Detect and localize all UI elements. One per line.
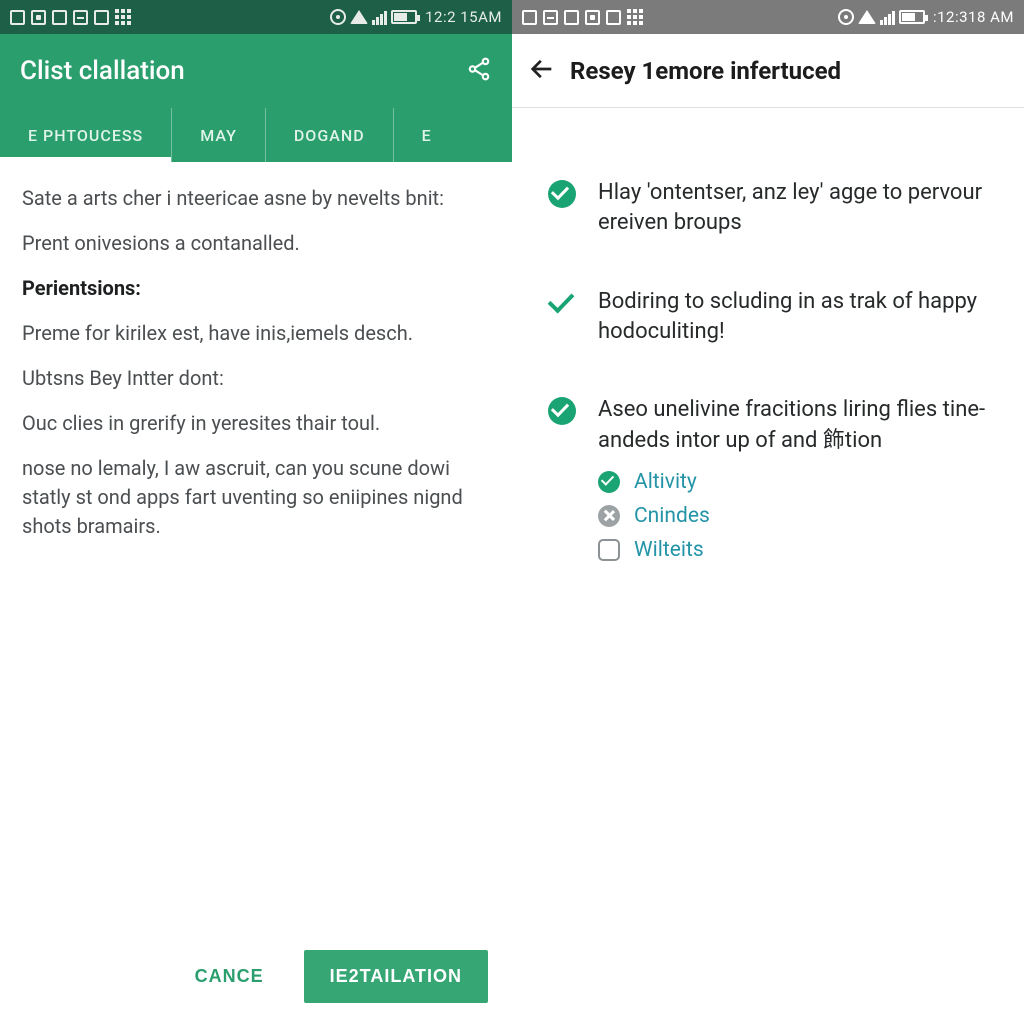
sub-option[interactable]: Wilteits (598, 538, 988, 562)
tab-ephtoucess[interactable]: E PHTOUCESS (0, 108, 171, 162)
checklist-item: Bodiring to scluding in as trak of happy… (548, 287, 988, 348)
status-icon (606, 10, 621, 25)
body-text: Sate a arts cher i nteericae asne by nev… (22, 184, 490, 213)
status-bar: :12:318 AM (512, 0, 1024, 34)
status-system-icons: :12:318 AM (838, 8, 1014, 26)
share-icon (466, 56, 492, 82)
primary-button[interactable]: IE2TAILATION (304, 950, 488, 1003)
status-icon (522, 10, 537, 25)
right-screen: :12:318 AM Resey 1emore infertuced Hlay … (512, 0, 1024, 1024)
checklist-text: Hlay 'ontentser, anz ley' agge to pervou… (598, 178, 988, 239)
tab-may[interactable]: MAY (171, 108, 265, 162)
status-notification-icons (522, 9, 643, 25)
cross-circle-icon (598, 505, 620, 527)
footer-actions: CANCE IE2TAILATION (0, 928, 512, 1024)
clock: :12:318 AM (933, 8, 1014, 26)
page-title: Clist clallation (20, 56, 466, 86)
status-system-icons: 12:2 15AM (330, 8, 502, 26)
sub-option-label: Cnindes (634, 504, 710, 528)
check-circle-icon (548, 397, 576, 425)
app-bar: Resey 1emore infertuced (512, 34, 1024, 108)
page-title: Resey 1emore infertuced (570, 57, 841, 85)
checklist-item: Aseo unelivine fracitions liring flies t… (548, 395, 988, 456)
check-circle-icon (548, 180, 576, 208)
body-text: nose no lemaly, I aw ascruit, can you sc… (22, 454, 490, 541)
signal-icon (880, 9, 895, 25)
checklist-text: Aseo unelivine fracitions liring flies t… (598, 395, 988, 456)
app-bar: Clist clallation (0, 34, 512, 108)
tab-more[interactable]: E (393, 108, 460, 162)
sub-option-label: Wilteits (634, 538, 704, 562)
status-icon (52, 10, 67, 25)
status-icon (543, 10, 558, 25)
wifi-icon (858, 10, 876, 24)
sub-option[interactable]: Cnindes (598, 504, 988, 528)
back-button[interactable] (528, 55, 556, 87)
hotspot-icon (330, 9, 346, 25)
battery-icon (899, 10, 925, 24)
status-icon (627, 9, 643, 25)
wifi-icon (350, 10, 368, 24)
status-icon (73, 10, 88, 25)
checklist-text: Bodiring to scluding in as trak of happy… (598, 287, 988, 348)
status-icon (564, 10, 579, 25)
share-button[interactable] (466, 56, 492, 86)
battery-icon (391, 10, 417, 24)
status-icon (94, 10, 109, 25)
body-text: Ubtsns Bey Intter dont: (22, 364, 490, 393)
hotspot-icon (838, 9, 854, 25)
tab-bar: E PHTOUCESS MAY DOGAND E (0, 108, 512, 162)
left-screen: 12:2 15AM Clist clallation E PHTOUCESS M… (0, 0, 512, 1024)
sub-option[interactable]: Altivity (598, 470, 988, 494)
status-icon (31, 10, 46, 25)
check-icon (548, 289, 576, 317)
status-notification-icons (10, 9, 131, 25)
back-arrow-icon (528, 55, 556, 83)
content-body: Hlay 'ontentser, anz ley' agge to pervou… (512, 108, 1024, 1024)
status-bar: 12:2 15AM (0, 0, 512, 34)
signal-icon (372, 9, 387, 25)
status-icon (115, 9, 131, 25)
sub-option-label: Altivity (634, 470, 697, 494)
tab-dogand[interactable]: DOGAND (265, 108, 393, 162)
content-body: Sate a arts cher i nteericae asne by nev… (0, 162, 512, 928)
body-text: Prent onivesions a contanalled. (22, 229, 490, 258)
clock: 12:2 15AM (425, 8, 502, 26)
check-circle-icon (598, 471, 620, 493)
empty-checkbox-icon (598, 539, 620, 561)
status-icon (585, 10, 600, 25)
status-icon (10, 10, 25, 25)
body-text: Preme for kirilex est, have inis,iemels … (22, 319, 490, 348)
sub-option-list: Altivity Cnindes Wilteits (598, 470, 988, 562)
checklist-item: Hlay 'ontentser, anz ley' agge to pervou… (548, 178, 988, 239)
cancel-button[interactable]: CANCE (175, 952, 284, 1001)
section-heading: Perientsions: (22, 276, 141, 300)
body-text: Ouc clies in grerify in yeresites thair … (22, 409, 490, 438)
